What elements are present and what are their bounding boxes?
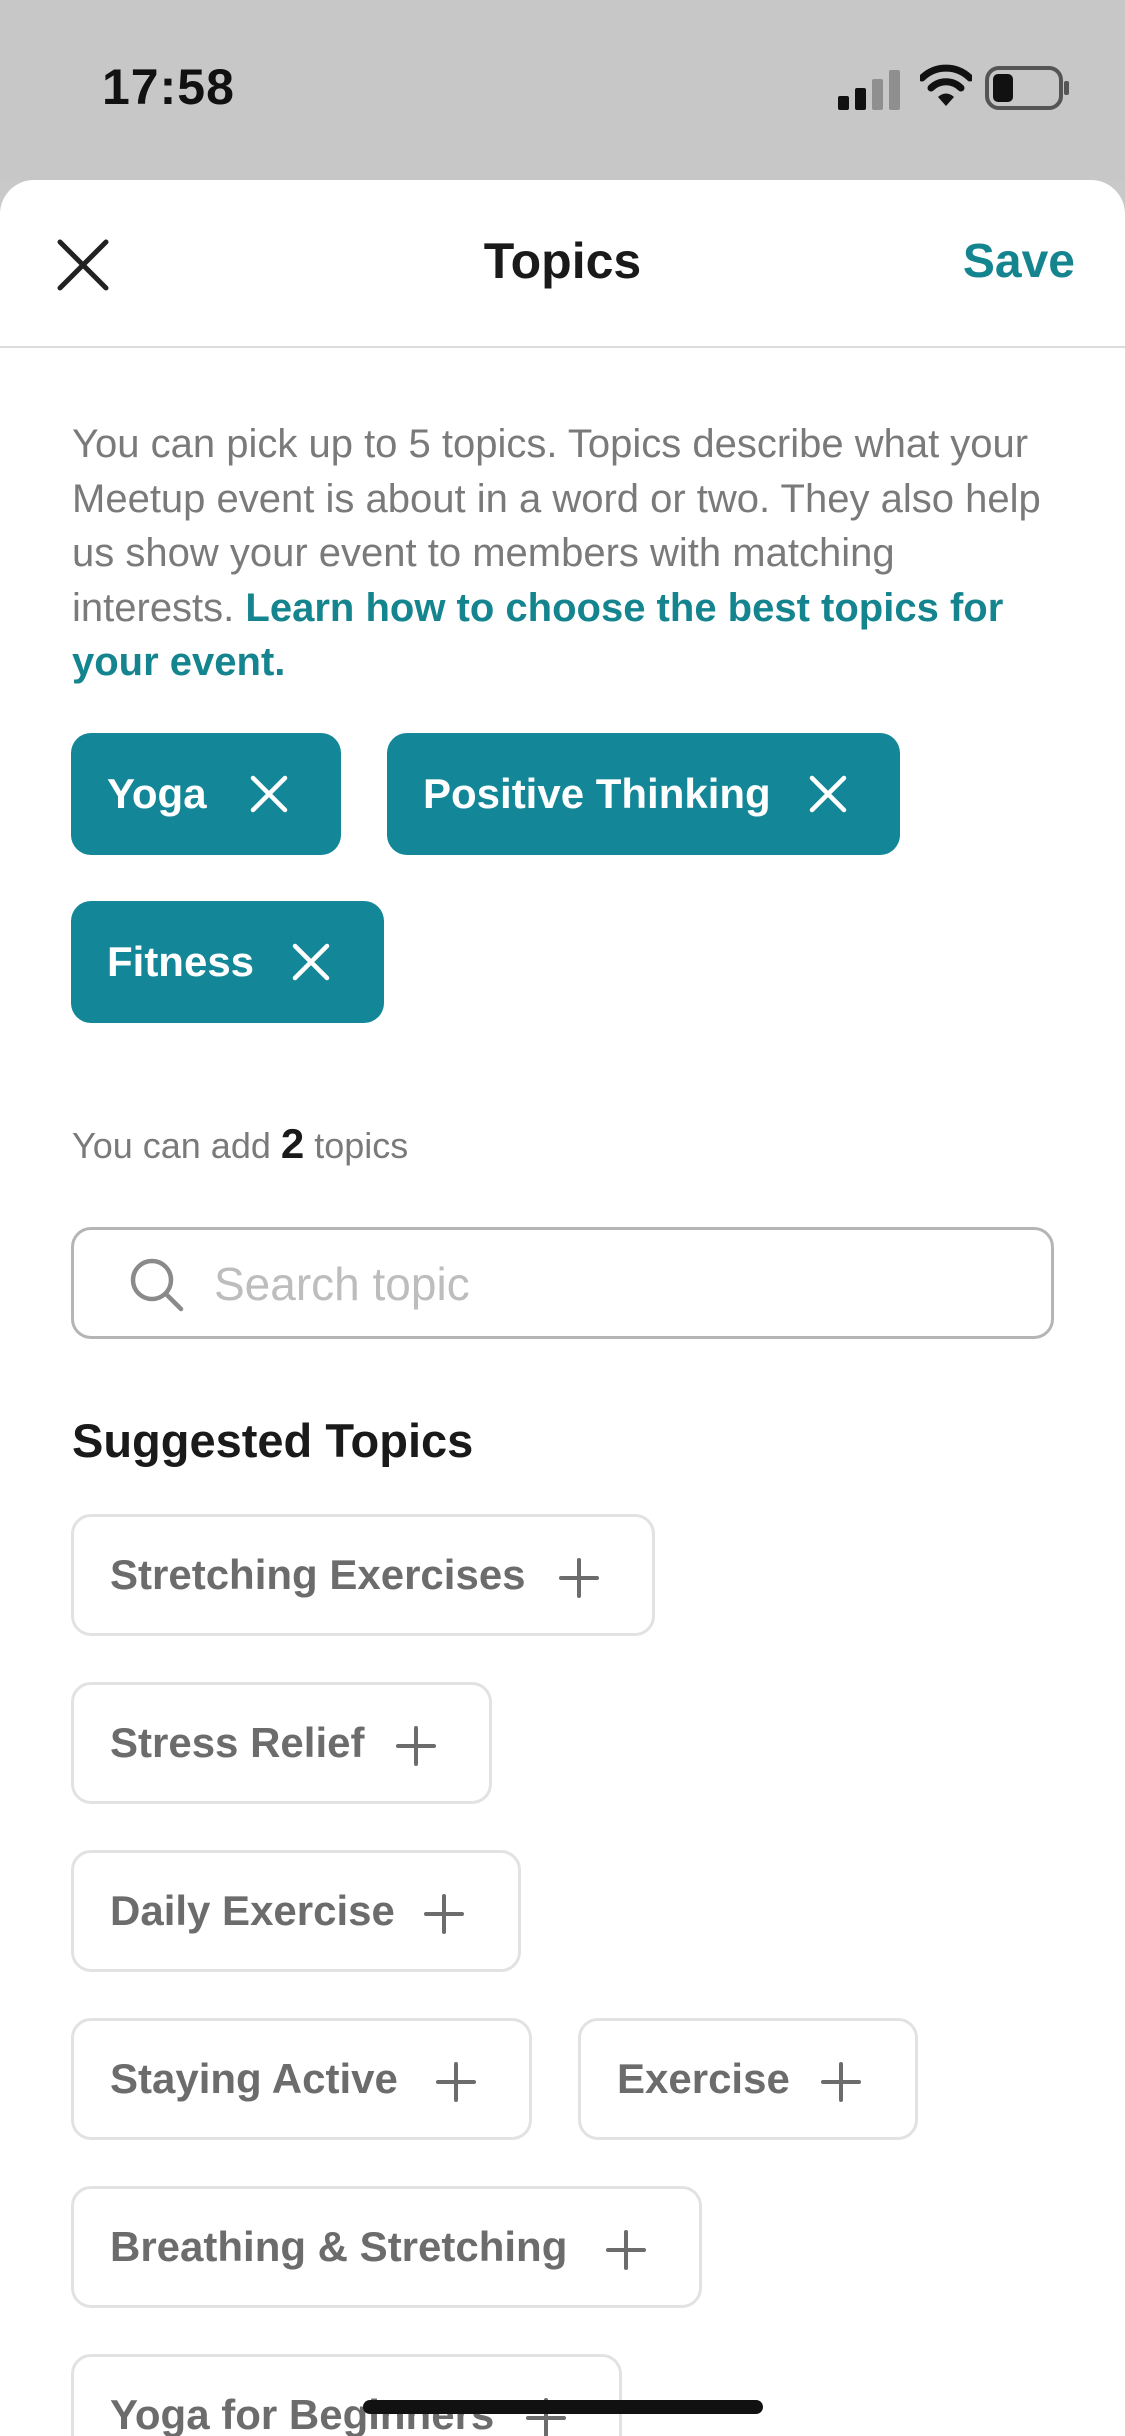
- counter-prefix: You can add: [72, 1125, 271, 1166]
- add-topic-icon: [436, 2062, 476, 2102]
- save-button[interactable]: Save: [963, 234, 1075, 289]
- topic-label: Staying Active: [110, 2055, 398, 2102]
- topic-label: Yoga: [107, 770, 207, 817]
- add-topic-icon: [424, 1894, 464, 1934]
- cellular-signal-icon: [838, 70, 900, 110]
- selected-topic-chip[interactable]: Fitness: [71, 901, 384, 1023]
- add-topic-icon: [559, 1558, 599, 1598]
- selected-topic-chip[interactable]: Yoga: [71, 733, 341, 855]
- topic-label: Daily Exercise: [110, 1887, 395, 1934]
- topic-label: Breathing & Stretching: [110, 2223, 568, 2270]
- topic-label: Stress Relief: [110, 1719, 365, 1766]
- topic-label: Fitness: [107, 938, 255, 985]
- search-field[interactable]: [71, 1227, 1054, 1339]
- search-input[interactable]: [214, 1248, 1014, 1320]
- topic-label: Exercise: [617, 2055, 790, 2102]
- topics-sheet: Topics Save You can pick up to 5 topics.…: [0, 180, 1125, 2436]
- selected-topic-chip[interactable]: Positive Thinking: [387, 733, 900, 855]
- suggested-topic-chip[interactable]: Stress Relief: [71, 1682, 492, 1804]
- wifi-icon: [920, 64, 972, 106]
- remaining-count: 2: [280, 1120, 305, 1167]
- sheet-header: Topics Save: [0, 180, 1125, 348]
- suggested-topic-chip[interactable]: Exercise: [578, 2018, 918, 2140]
- intro-text: You can pick up to 5 topics. Topics desc…: [72, 417, 1062, 690]
- home-indicator: [363, 2400, 763, 2414]
- status-bar: 17:58: [0, 0, 1125, 180]
- remove-topic-icon[interactable]: [808, 774, 848, 814]
- add-topic-icon: [606, 2230, 646, 2270]
- suggested-topics-title: Suggested Topics: [72, 1414, 474, 1467]
- suggested-topic-chip[interactable]: Stretching Exercises: [71, 1514, 655, 1636]
- suggested-topic-chip[interactable]: Breathing & Stretching: [71, 2186, 702, 2308]
- remove-topic-icon[interactable]: [249, 774, 289, 814]
- topic-label: Stretching Exercises: [110, 1551, 526, 1598]
- suggested-topic-chip[interactable]: Daily Exercise: [71, 1850, 521, 1972]
- add-topic-icon: [821, 2062, 861, 2102]
- remaining-topics-counter: You can add 2 topics: [72, 1120, 408, 1168]
- page-title: Topics: [483, 233, 642, 289]
- topic-label: Positive Thinking: [423, 770, 771, 817]
- suggested-topic-chip[interactable]: Yoga for Beginners: [71, 2354, 622, 2436]
- status-time: 17:58: [102, 59, 235, 115]
- add-topic-icon: [396, 1726, 436, 1766]
- battery-icon: [985, 66, 1069, 110]
- search-icon: [130, 1258, 184, 1312]
- remove-topic-icon[interactable]: [291, 942, 331, 982]
- suggested-topic-chip[interactable]: Staying Active: [71, 2018, 532, 2140]
- counter-suffix: topics: [314, 1125, 409, 1166]
